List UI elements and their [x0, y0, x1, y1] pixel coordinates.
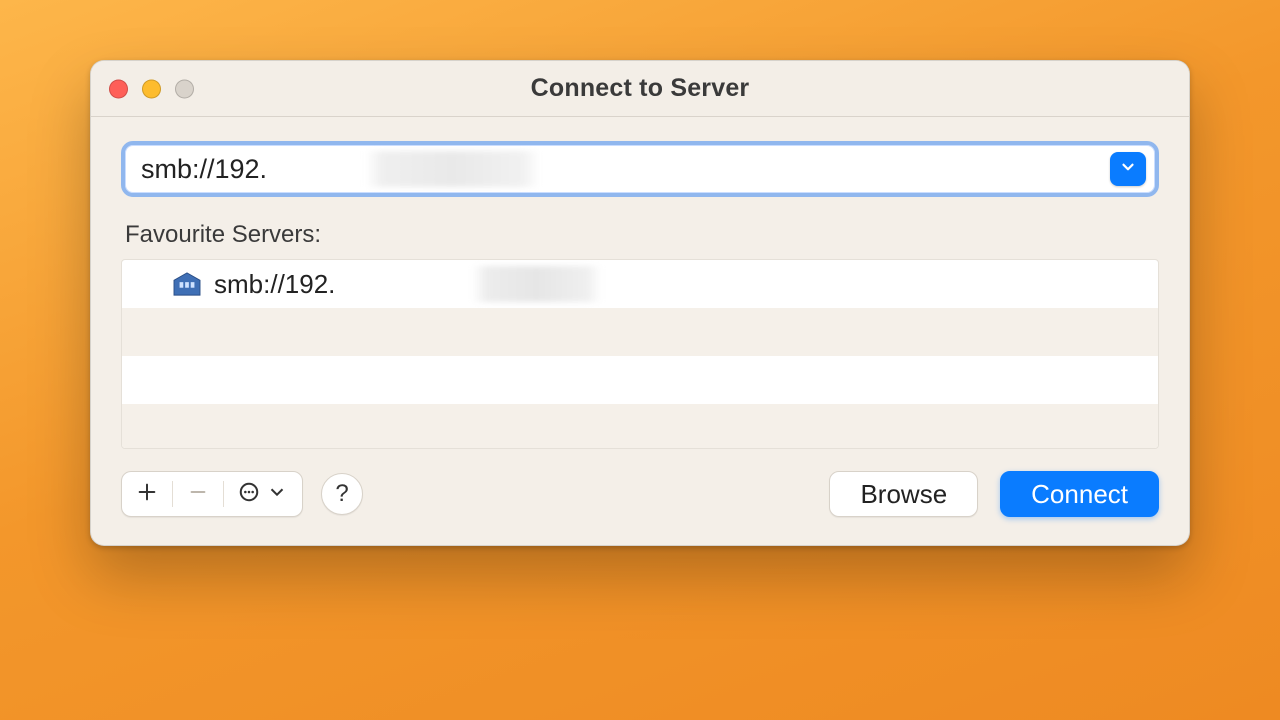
- browse-button[interactable]: Browse: [829, 471, 978, 517]
- list-item[interactable]: [122, 356, 1158, 404]
- window-title: Connect to Server: [531, 74, 750, 103]
- connect-button-label: Connect: [1031, 479, 1128, 510]
- help-icon: ?: [335, 480, 348, 508]
- connect-to-server-window: Connect to Server Favourite Servers:: [90, 60, 1190, 546]
- more-actions-button[interactable]: [224, 472, 302, 516]
- list-item[interactable]: [122, 308, 1158, 356]
- ellipsis-circle-icon: [238, 481, 260, 508]
- server-icon: [172, 271, 202, 297]
- titlebar: Connect to Server: [91, 61, 1189, 117]
- add-favourite-button[interactable]: [122, 472, 172, 516]
- redaction-blur: [472, 266, 602, 302]
- favourite-servers-label: Favourite Servers:: [125, 221, 1159, 249]
- plus-icon: [136, 481, 158, 508]
- browse-button-label: Browse: [860, 479, 947, 510]
- server-address-field[interactable]: [121, 141, 1159, 197]
- window-content: Favourite Servers: smb://192.: [91, 117, 1189, 545]
- favourites-actions-group: [121, 471, 303, 517]
- chevron-down-icon: [1119, 158, 1137, 181]
- favourite-server-address: smb://192.: [214, 269, 335, 300]
- traffic-lights: [109, 79, 194, 98]
- minimize-icon[interactable]: [142, 79, 161, 98]
- list-item[interactable]: smb://192.: [122, 260, 1158, 308]
- bottom-toolbar: ? Browse Connect: [121, 471, 1159, 517]
- server-history-dropdown[interactable]: [1110, 152, 1146, 186]
- server-address-input[interactable]: [141, 154, 1099, 185]
- connect-button[interactable]: Connect: [1000, 471, 1159, 517]
- minus-icon: [187, 481, 209, 508]
- zoom-icon[interactable]: [175, 79, 194, 98]
- close-icon[interactable]: [109, 79, 128, 98]
- remove-favourite-button: [173, 472, 223, 516]
- favourite-servers-list[interactable]: smb://192.: [121, 259, 1159, 449]
- list-item[interactable]: [122, 404, 1158, 449]
- chevron-down-icon: [266, 481, 288, 508]
- help-button[interactable]: ?: [321, 473, 363, 515]
